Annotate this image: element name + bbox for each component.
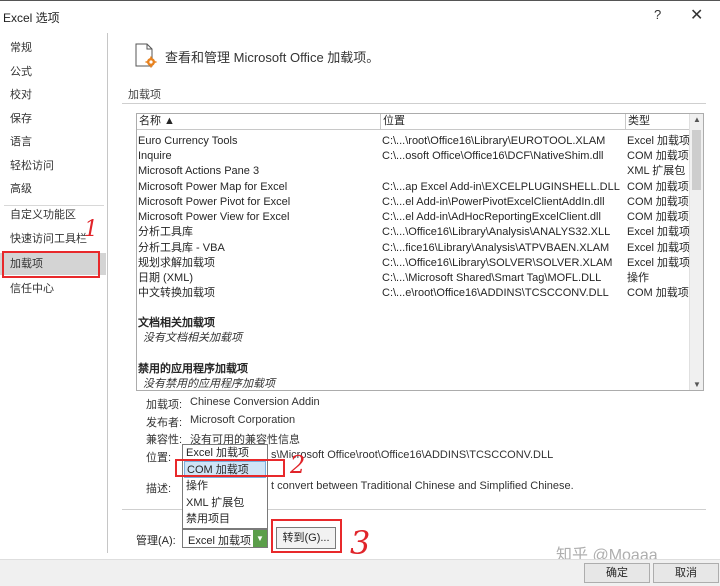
annotation-box-2 (175, 459, 285, 477)
nav-item-advanced[interactable]: 高级 (0, 178, 106, 200)
nav-item-proofing[interactable]: 校对 (0, 84, 106, 106)
detail-desc-label: 描述: (146, 483, 172, 495)
scroll-up-icon[interactable]: ▲ (693, 115, 701, 124)
group-document-addins-empty: 没有文档相关加载项 (143, 332, 242, 344)
group-document-addins: 文档相关加载项 (138, 317, 215, 329)
option-xml-packs[interactable]: XML 扩展包 (184, 495, 266, 512)
window-title: Excel 选项 (3, 11, 60, 25)
option-actions[interactable]: 操作 (184, 478, 266, 495)
column-header-type[interactable]: 类型 (626, 114, 690, 130)
detail-desc-value: t convert between Traditional Chinese an… (271, 480, 574, 492)
annotation-number-1: 1 (84, 217, 98, 242)
annotation-box-3 (271, 519, 342, 553)
addins-table: 名称 ▲ 位置 类型 Euro Currency Tools C:\...\roo… (136, 113, 704, 391)
option-disabled-items[interactable]: 禁用项目 (184, 511, 266, 528)
excel-options-dialog: Excel 选项 ? ✕ 常规 公式 校对 保存 语言 轻松访问 高级 自定义功… (0, 0, 720, 586)
section-divider (122, 103, 706, 104)
detail-publisher-value: Microsoft Corporation (190, 414, 296, 426)
annotation-number-2: 2 (290, 451, 306, 479)
detail-location-label: 位置: (146, 452, 172, 464)
header-text: 查看和管理 Microsoft Office 加载项。 (165, 50, 380, 65)
manage-dropdown-list: Excel 加载项 COM 加载项 操作 XML 扩展包 禁用项目 (182, 444, 268, 529)
nav-item-language[interactable]: 语言 (0, 131, 106, 153)
detail-addin-value: Chinese Conversion Addin (190, 396, 320, 408)
addin-gear-icon (135, 43, 157, 68)
annotation-number-3: 3 (350, 524, 371, 562)
nav-panel: 常规 公式 校对 保存 语言 轻松访问 高级 自定义功能区 快速访问工具栏 加载… (0, 33, 108, 553)
nav-item-formulas[interactable]: 公式 (0, 61, 106, 83)
manage-select[interactable]: Excel 加载项 ▼ (182, 529, 268, 548)
chevron-down-icon[interactable]: ▼ (253, 530, 267, 547)
help-button[interactable]: ? (654, 7, 661, 22)
title-bar: Excel 选项 ? ✕ (0, 1, 720, 31)
column-header-name[interactable]: 名称 ▲ (137, 114, 381, 130)
scroll-down-icon[interactable]: ▼ (693, 380, 701, 389)
nav-item-general[interactable]: 常规 (0, 37, 106, 59)
nav-item-accessibility[interactable]: 轻松访问 (0, 155, 106, 177)
nav-item-trust-center[interactable]: 信任中心 (0, 278, 106, 300)
detail-addin-label: 加载项: (146, 399, 183, 411)
group-disabled-addins: 禁用的应用程序加载项 (138, 363, 248, 375)
nav-item-save[interactable]: 保存 (0, 108, 106, 130)
close-button[interactable]: ✕ (690, 5, 703, 25)
section-title: 加载项 (128, 89, 161, 101)
cancel-button[interactable]: 取消 (653, 563, 719, 583)
manage-select-value: Excel 加载项 (188, 535, 251, 547)
table-scrollbar[interactable]: ▲ ▼ (689, 114, 703, 390)
scroll-thumb[interactable] (692, 130, 701, 190)
column-header-location[interactable]: 位置 (381, 114, 626, 130)
manage-label: 管理(A): (136, 535, 176, 547)
ok-button[interactable]: 确定 (584, 563, 650, 583)
annotation-box-1 (2, 251, 100, 278)
detail-location-value: s\Microsoft Office\root\Office16\ADDINS\… (271, 449, 554, 461)
group-disabled-addins-empty: 没有禁用的应用程序加载项 (143, 378, 275, 390)
detail-compat-label: 兼容性: (146, 434, 183, 446)
detail-publisher-label: 发布者: (146, 417, 183, 429)
